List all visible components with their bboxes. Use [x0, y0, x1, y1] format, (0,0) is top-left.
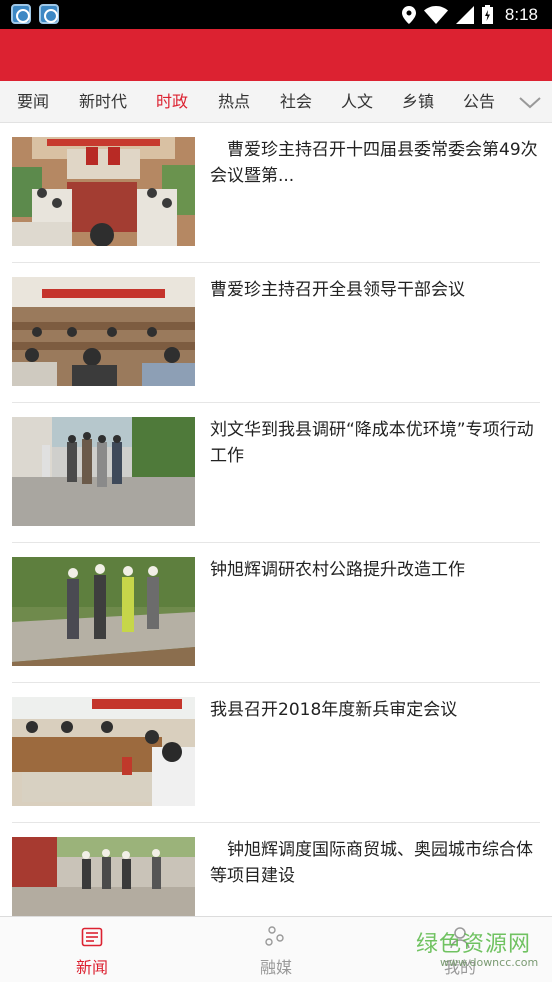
category-tabs: 要闻 新时代 时政 热点 社会 人文 乡镇 公告 — [0, 81, 552, 123]
tab-renwen[interactable]: 人文 — [341, 81, 373, 123]
road-inspection-photo — [12, 557, 195, 666]
tab-xiangzhen[interactable]: 乡镇 — [402, 81, 434, 123]
app-notification-icon — [11, 4, 31, 24]
inspection-photo — [12, 417, 195, 526]
news-item[interactable]: 曹爱珍主持召开全县领导干部会议 — [0, 263, 552, 403]
chevron-down-icon[interactable] — [516, 90, 544, 114]
nav-label: 新闻 — [75, 958, 108, 977]
tab-xinshidai[interactable]: 新时代 — [79, 81, 127, 123]
meeting-hall-photo — [12, 137, 195, 246]
app-header — [0, 29, 552, 81]
news-title: 曹爱珍主持召开十四届县委常委会第49次会议暨第... — [210, 140, 538, 186]
news-title: 钟旭辉调研农村公路提升改造工作 — [210, 560, 465, 580]
app-notification-icon — [39, 4, 59, 24]
conference-photo — [12, 277, 195, 386]
battery-icon — [481, 5, 493, 24]
meeting-table-photo — [12, 697, 195, 806]
nav-label: 融媒 — [259, 958, 292, 977]
tab-shehui[interactable]: 社会 — [280, 81, 312, 123]
tab-gonggao[interactable]: 公告 — [463, 81, 495, 123]
newspaper-icon — [81, 927, 103, 947]
nav-item-media[interactable]: 融媒 — [216, 917, 336, 982]
location-icon — [401, 5, 416, 24]
media-dots-icon — [265, 926, 284, 946]
news-item[interactable]: 曹爱珍主持召开十四届县委常委会第49次会议暨第... — [0, 123, 552, 263]
tab-redian[interactable]: 热点 — [218, 81, 250, 123]
news-item[interactable]: 钟旭辉调研农村公路提升改造工作 — [0, 543, 552, 683]
news-title: 刘文华到我县调研“降成本优环境”专项行动工作 — [210, 420, 534, 466]
construction-site-photo — [12, 837, 195, 916]
tab-yaowen[interactable]: 要闻 — [17, 81, 49, 123]
news-list: 曹爱珍主持召开十四届县委常委会第49次会议暨第... 曹爱珍主持召开全县领导干部… — [0, 123, 552, 916]
news-title: 我县召开2018年度新兵审定会议 — [210, 700, 458, 720]
nav-item-news[interactable]: 新闻 — [32, 917, 152, 982]
status-time: 8:18 — [504, 4, 538, 24]
wifi-icon — [423, 5, 448, 24]
watermark-text: 绿色资源网 — [416, 932, 532, 957]
news-title: 曹爱珍主持召开全县领导干部会议 — [210, 280, 465, 300]
news-item[interactable]: 钟旭辉调度国际商贸城、奥园城市综合体等项目建设 — [0, 823, 552, 916]
watermark: 绿色资源网 www.downcc.com — [412, 926, 542, 974]
watermark-url: www.downcc.com — [440, 956, 539, 969]
tab-shizheng[interactable]: 时政 — [156, 81, 188, 123]
news-title: 钟旭辉调度国际商贸城、奥园城市综合体等项目建设 — [210, 840, 533, 886]
news-item[interactable]: 刘文华到我县调研“降成本优环境”专项行动工作 — [0, 403, 552, 543]
status-bar: 8:18 — [0, 0, 552, 29]
signal-icon — [455, 5, 474, 24]
news-item[interactable]: 我县召开2018年度新兵审定会议 — [0, 683, 552, 823]
